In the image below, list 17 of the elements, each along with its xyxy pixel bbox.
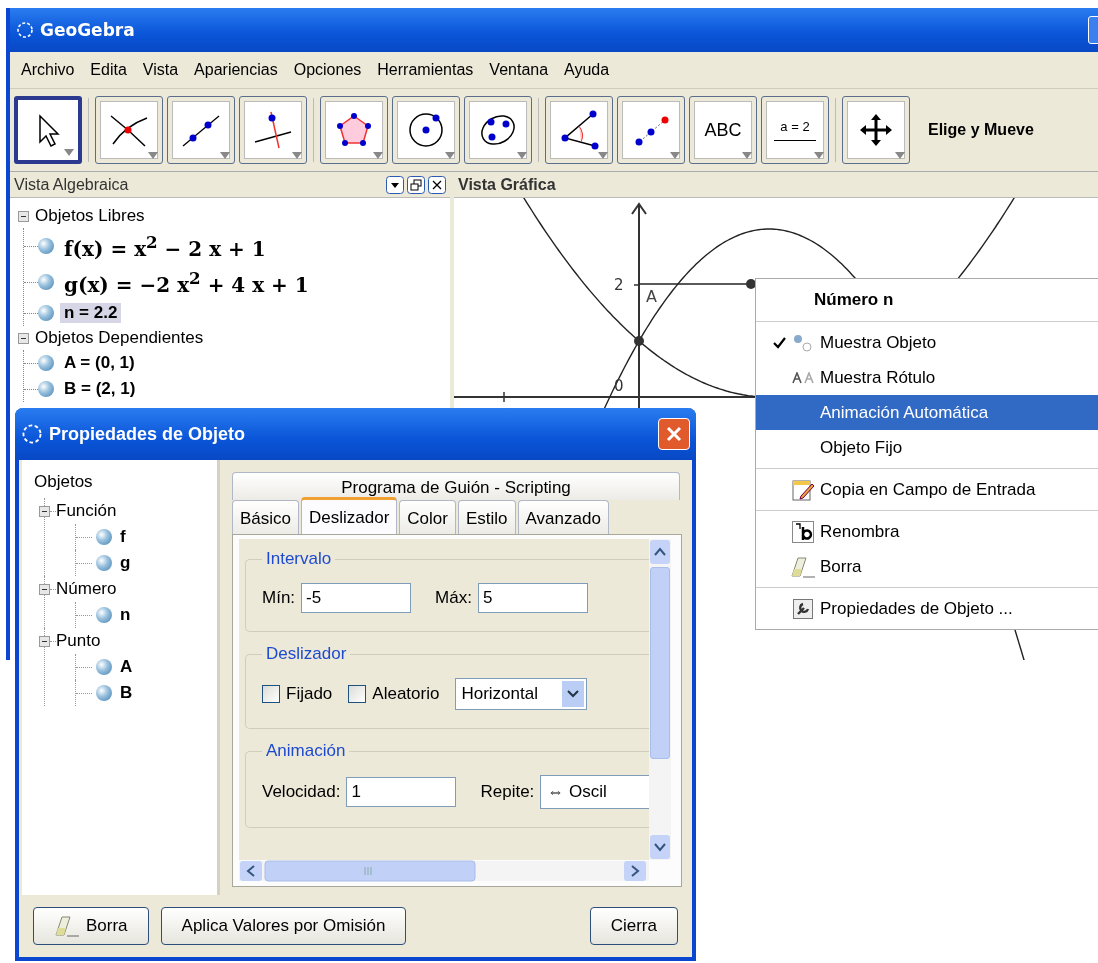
window-title: GeoGebra: [40, 20, 135, 40]
checkbox-label: Fijado: [286, 684, 333, 704]
point-label: A: [646, 287, 657, 306]
group-title: Intervalo: [265, 549, 333, 569]
group-title: Animación: [265, 741, 347, 761]
group-title: Deslizador: [265, 644, 348, 664]
field-label: Mín:: [262, 588, 296, 608]
field-label: Máx:: [435, 588, 472, 608]
view-title: Vista Gráfica: [458, 175, 556, 194]
field-label: Repite:: [480, 782, 535, 802]
axis-label: 2: [614, 276, 624, 294]
tool-name: Elige y Mueve: [928, 121, 1034, 139]
menu-title: Número n: [756, 279, 1098, 322]
view-title: Vista Algebraica: [14, 175, 129, 194]
checkbox-label: Aleatorio: [372, 684, 440, 704]
field-label: Velocidad:: [262, 782, 341, 802]
window-title: Propiedades de Objeto: [49, 423, 246, 445]
